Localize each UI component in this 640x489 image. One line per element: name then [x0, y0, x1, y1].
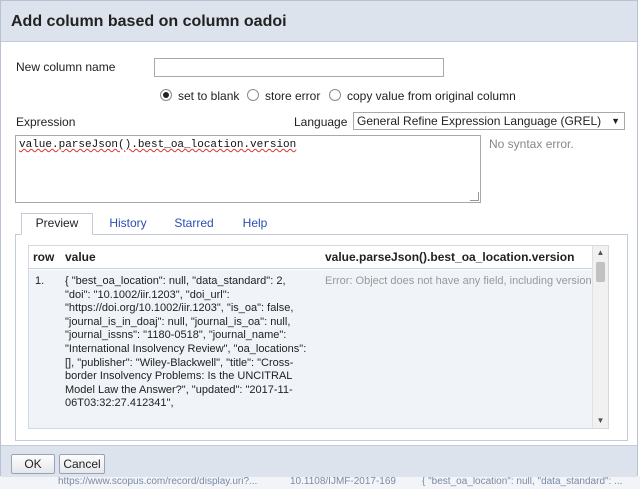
tab-preview[interactable]: Preview: [21, 213, 93, 235]
language-select-value: General Refine Expression Language (GREL…: [357, 114, 602, 128]
syntax-status: No syntax error.: [489, 137, 574, 151]
dialog-footer: OK Cancel: [1, 445, 637, 477]
preview-table[interactable]: row value value.parseJson().best_oa_loca…: [28, 245, 609, 429]
tab-history[interactable]: History: [99, 214, 157, 234]
set-to-blank-label[interactable]: set to blank: [178, 89, 239, 103]
add-column-dialog: Add column based on column oadoi New col…: [0, 0, 638, 477]
preview-scrollbar[interactable]: ▲ ▼: [592, 246, 608, 428]
preview-panel: row value value.parseJson().best_oa_loca…: [15, 234, 628, 441]
row-value: { "best_oa_location": null, "data_standa…: [65, 275, 307, 410]
expression-text: value.parseJson().best_oa_location.versi…: [19, 139, 297, 151]
dialog-titlebar[interactable]: Add column based on column oadoi: [1, 1, 637, 42]
scroll-down-icon[interactable]: ▼: [593, 414, 608, 428]
scrollbar-thumb[interactable]: [596, 262, 605, 282]
dropdown-arrow-icon: ▼: [611, 116, 620, 126]
background-page-strip: https://www.scopus.com/record/display.ur…: [0, 476, 640, 489]
language-select[interactable]: General Refine Expression Language (GREL…: [353, 112, 625, 130]
expression-textarea[interactable]: value.parseJson().best_oa_location.versi…: [15, 135, 481, 203]
store-error-label[interactable]: store error: [265, 89, 320, 103]
new-column-name-label: New column name: [16, 60, 116, 74]
row-result: Error: Object does not have any field, i…: [325, 275, 592, 287]
new-column-name-input[interactable]: [154, 58, 444, 77]
tab-starred[interactable]: Starred: [163, 214, 225, 234]
set-to-blank-radio[interactable]: [160, 89, 172, 101]
expression-label: Expression: [16, 115, 76, 129]
header-row: row: [33, 250, 55, 264]
preview-table-header: row value value.parseJson().best_oa_loca…: [29, 246, 608, 269]
background-cell-text: 10.1108/IJMF-2017-169: [290, 476, 396, 487]
header-value: value: [65, 250, 96, 264]
ok-button[interactable]: OK: [11, 454, 55, 474]
table-row: 1. { "best_oa_location": null, "data_sta…: [29, 270, 608, 428]
resize-handle-icon[interactable]: [470, 192, 479, 201]
header-expression: value.parseJson().best_oa_location.versi…: [325, 250, 575, 264]
scroll-up-icon[interactable]: ▲: [593, 246, 608, 260]
background-link-text: https://www.scopus.com/record/display.ur…: [58, 476, 258, 487]
cancel-button[interactable]: Cancel: [59, 454, 105, 474]
language-label: Language: [294, 115, 348, 129]
store-error-radio[interactable]: [247, 89, 259, 101]
tab-help[interactable]: Help: [233, 214, 277, 234]
row-number: 1.: [35, 275, 45, 287]
background-json-text: { "best_oa_location": null, "data_standa…: [422, 476, 623, 487]
copy-original-label[interactable]: copy value from original column: [347, 89, 516, 103]
dialog-title: Add column based on column oadoi: [11, 13, 287, 30]
copy-original-radio[interactable]: [329, 89, 341, 101]
